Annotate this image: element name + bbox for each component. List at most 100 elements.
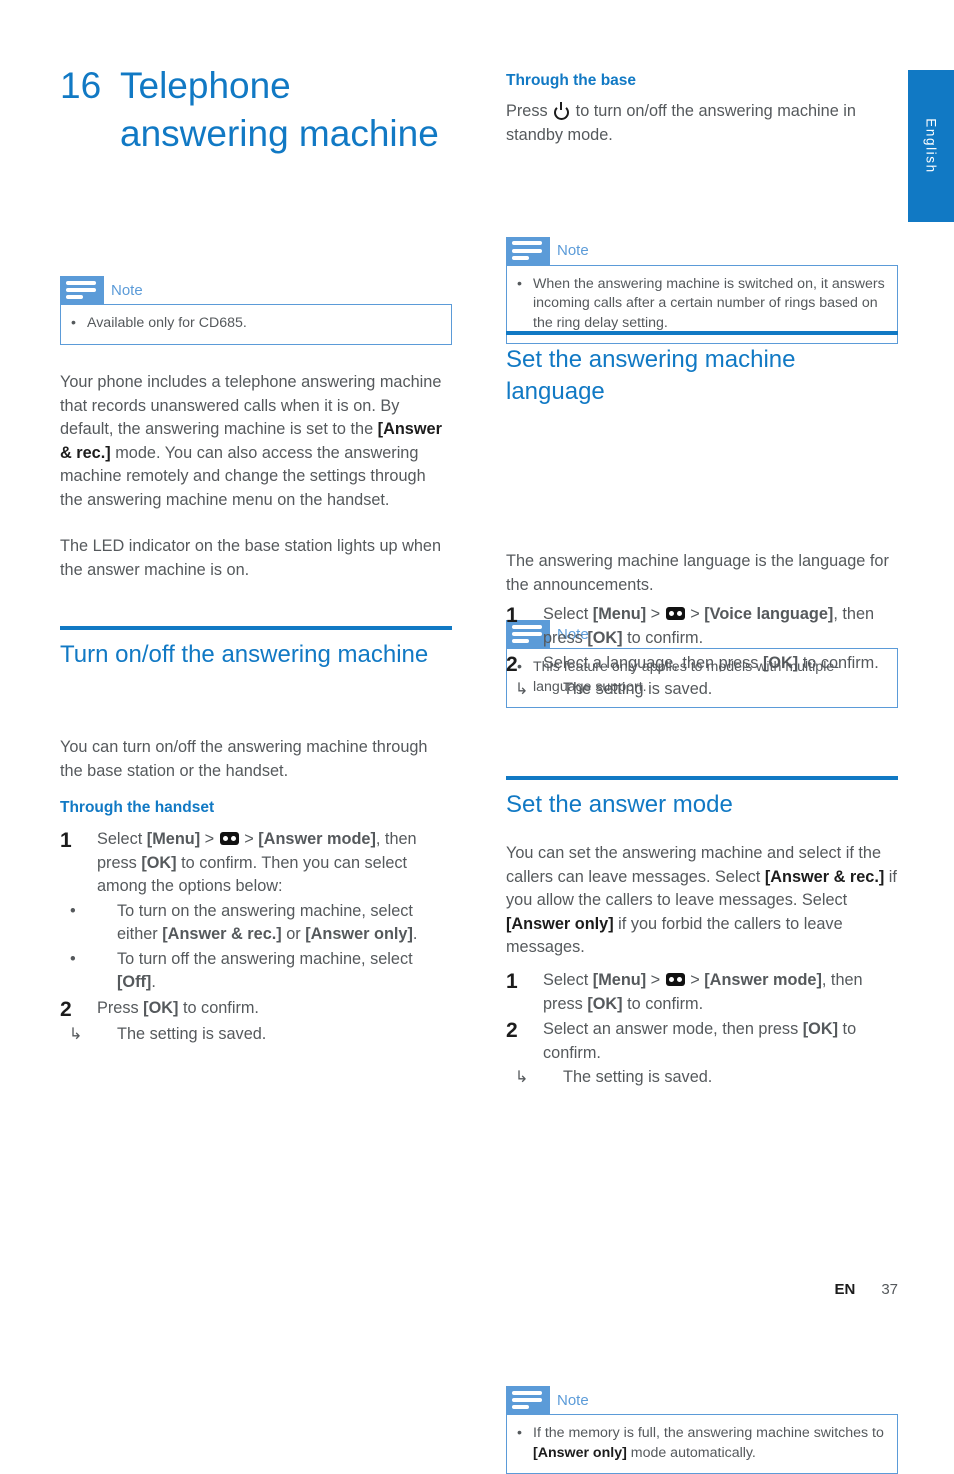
intro-paragraph-1: Your phone includes a telephone answerin… xyxy=(60,371,452,512)
page-footer: EN 37 xyxy=(506,1281,898,1298)
step-text-a: Select xyxy=(97,830,147,848)
note-text-b: mode automatically. xyxy=(626,1444,756,1461)
note-item: • If the memory is full, the answering m… xyxy=(517,1424,887,1463)
step-list-handset: 1 Select [Menu] > > [Answer mode], then … xyxy=(60,826,452,1046)
language-tab-label: English xyxy=(923,118,939,174)
bullet-icon: • xyxy=(71,315,76,331)
sub-text-a: To turn off the answering machine, selec… xyxy=(117,949,413,968)
sub-heading: Through the handset xyxy=(60,799,215,816)
section-language-heading: Set the answering machine language xyxy=(506,331,898,408)
note-header: Note xyxy=(60,276,452,304)
note-box-memory-full: Note • If the memory is full, the answer… xyxy=(506,1386,898,1474)
step-item: 1 Select [Menu] > > [Answer mode], then … xyxy=(506,969,898,1016)
step-text: Press [OK] to confirm. xyxy=(97,997,452,1022)
section-heading: Set the answering machine language xyxy=(506,346,796,405)
note-item-text: When the answering machine is switched o… xyxy=(533,275,885,331)
step-text: Select [Menu] > > [Answer mode], then pr… xyxy=(97,828,452,899)
footer-language-code: EN xyxy=(834,1281,856,1298)
step-text-a: Select xyxy=(543,605,593,623)
separator-gt: > xyxy=(685,971,705,989)
subheading-through-handset: Through the handset xyxy=(60,797,452,818)
ok-token: [OK] xyxy=(587,994,623,1013)
answer-only-token: [Answer only] xyxy=(506,914,614,933)
ok-token: [OK] xyxy=(802,1020,839,1038)
step-text-a: Press xyxy=(97,998,144,1017)
step-text-b: to confirm. xyxy=(798,654,879,672)
note-icon xyxy=(506,1386,550,1414)
language-tab: English xyxy=(908,70,954,222)
sub-bullet-text: To turn on the answering machine, select… xyxy=(117,900,452,947)
sub-text-b: or xyxy=(281,925,306,943)
step-item: 2 Select a language, then press [OK] to … xyxy=(506,652,898,677)
paragraph-text: Press to turn on/off the answering machi… xyxy=(506,100,898,147)
note-item: • Available only for CD685. xyxy=(71,314,441,334)
paragraph-text: The answering machine language is the la… xyxy=(506,552,889,594)
result-arrow-icon: ↳ xyxy=(515,1069,529,1086)
step-text-b: to confirm. xyxy=(178,998,259,1017)
footer-page-number: 37 xyxy=(881,1281,898,1298)
bullet-icon: • xyxy=(517,275,522,292)
note-label: Note xyxy=(557,242,589,259)
separator-gt: > xyxy=(200,830,219,848)
subheading-through-base: Through the base xyxy=(506,70,898,91)
section-answer-mode-heading: Set the answer mode xyxy=(506,776,898,821)
paragraph-text: You can turn on/off the answering machin… xyxy=(60,738,428,780)
through-base-paragraph: Press to turn on/off the answering machi… xyxy=(506,100,898,147)
note-icon xyxy=(60,276,104,304)
note-label: Note xyxy=(557,1391,589,1409)
answer-only-token: [Answer only] xyxy=(305,925,413,943)
result-text: The setting is saved. xyxy=(563,1068,713,1086)
note-body: • Available only for CD685. xyxy=(60,304,452,345)
bullet-icon: • xyxy=(70,901,76,920)
step-list-answer-mode: 1 Select [Menu] > > [Answer mode], then … xyxy=(506,967,898,1090)
step-text-a: Select an answer mode, then press xyxy=(543,1020,803,1038)
step-text-c: to confirm. xyxy=(622,994,704,1013)
note-icon xyxy=(506,236,550,265)
intro-paragraph-2: The LED indicator on the base station li… xyxy=(60,535,452,582)
paragraph-text: Your phone includes a telephone answerin… xyxy=(60,371,452,512)
step-text: Select an answer mode, then press [OK] t… xyxy=(543,1018,898,1065)
step-number: 1 xyxy=(60,829,72,852)
sub-text-c: . xyxy=(412,925,418,943)
step-text: Select [Menu] > > [Answer mode], then pr… xyxy=(543,969,898,1016)
section-heading: Set the answer mode xyxy=(506,791,733,818)
intro-text-b: mode. You can also access the answering … xyxy=(60,443,426,509)
cassette-icon xyxy=(219,832,239,845)
sub-text-b: . xyxy=(151,973,156,991)
section-turn-onoff-heading: Turn on/off the answering machine xyxy=(60,626,452,671)
separator-gt: > xyxy=(646,971,665,989)
step-result: ↳ The setting is saved. xyxy=(506,1066,898,1090)
step-result: ↳ The setting is saved. xyxy=(60,1023,452,1047)
note-item-text: Available only for CD685. xyxy=(87,315,247,331)
step-item: 2 Press [OK] to confirm. xyxy=(60,997,452,1022)
step-list-language: 1 Select [Menu] > > [Voice language], th… xyxy=(506,601,898,702)
step-text-a: Select xyxy=(543,971,593,989)
note-box-availability: Note • Available only for CD685. xyxy=(60,276,452,345)
answer-rec-token: [Answer & rec.] xyxy=(764,867,885,886)
answer-rec-token: [Answer & rec.] xyxy=(162,925,282,943)
result-arrow-icon: ↳ xyxy=(69,1025,83,1043)
menu-token: [Menu] xyxy=(592,605,647,623)
separator-gt: > xyxy=(646,605,665,623)
note-label: Note xyxy=(111,281,143,299)
result-text: The setting is saved. xyxy=(117,1024,267,1043)
step-item: 1 Select [Menu] > > [Voice language], th… xyxy=(506,603,898,650)
menu-token: [Menu] xyxy=(146,830,201,848)
step-number: 1 xyxy=(506,970,518,993)
off-token: [Off] xyxy=(117,973,152,991)
step-number: 1 xyxy=(506,604,518,627)
note-item-text: If the memory is full, the answering mac… xyxy=(533,1424,887,1463)
step-text: Select [Menu] > > [Voice language], then… xyxy=(543,603,898,650)
chapter-title: Telephone answering machine xyxy=(120,65,439,154)
step-text-a: Select a language, then press xyxy=(543,654,763,672)
paragraph-text: The LED indicator on the base station li… xyxy=(60,537,442,579)
result-text: The setting is saved. xyxy=(563,680,713,698)
separator-gt: > xyxy=(685,605,705,623)
base-text-a: Press xyxy=(506,102,553,120)
note-text-a: If the memory is full, the answering mac… xyxy=(533,1425,884,1441)
step-text-c: to confirm. xyxy=(622,628,704,647)
ok-token: [OK] xyxy=(141,853,177,872)
answer-mode-token: [Answer mode] xyxy=(704,971,822,989)
step-item: 2 Select an answer mode, then press [OK]… xyxy=(506,1018,898,1065)
step-number: 2 xyxy=(60,997,72,1021)
